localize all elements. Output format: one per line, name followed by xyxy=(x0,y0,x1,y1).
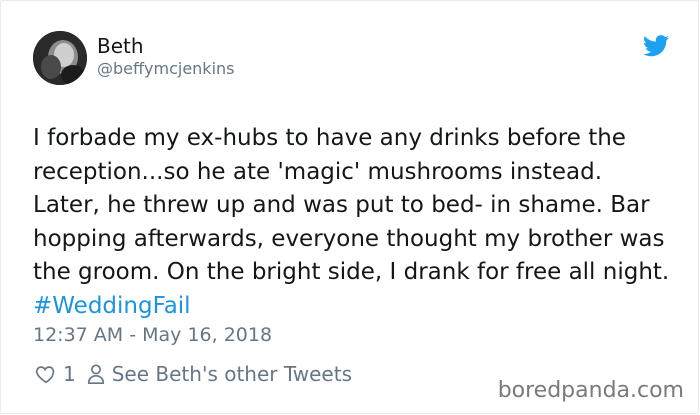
heart-icon[interactable] xyxy=(35,363,57,385)
tweet-body: I forbade my ex-hubs to have any drinks … xyxy=(33,125,670,285)
hashtag-link[interactable]: #WeddingFail xyxy=(33,293,191,319)
author-handle[interactable]: @beffymcjenkins xyxy=(97,59,235,78)
tweet-timestamp[interactable]: 12:37 AM - May 16, 2018 xyxy=(33,324,272,346)
twitter-bird-icon[interactable] xyxy=(643,35,669,57)
tweet-card: Beth @beffymcjenkins I forbade my ex-hub… xyxy=(0,0,699,414)
tweet-actions: 1 See Beth's other Tweets xyxy=(35,361,352,387)
like-count: 1 xyxy=(63,362,76,386)
tweet-text: I forbade my ex-hubs to have any drinks … xyxy=(33,122,673,323)
profile-tweets-link[interactable]: See Beth's other Tweets xyxy=(112,362,352,386)
avatar-image xyxy=(33,31,87,85)
author-display-name[interactable]: Beth xyxy=(97,34,144,58)
watermark: boredpanda.com xyxy=(497,378,684,403)
avatar[interactable] xyxy=(33,31,87,85)
user-icon xyxy=(87,364,104,384)
